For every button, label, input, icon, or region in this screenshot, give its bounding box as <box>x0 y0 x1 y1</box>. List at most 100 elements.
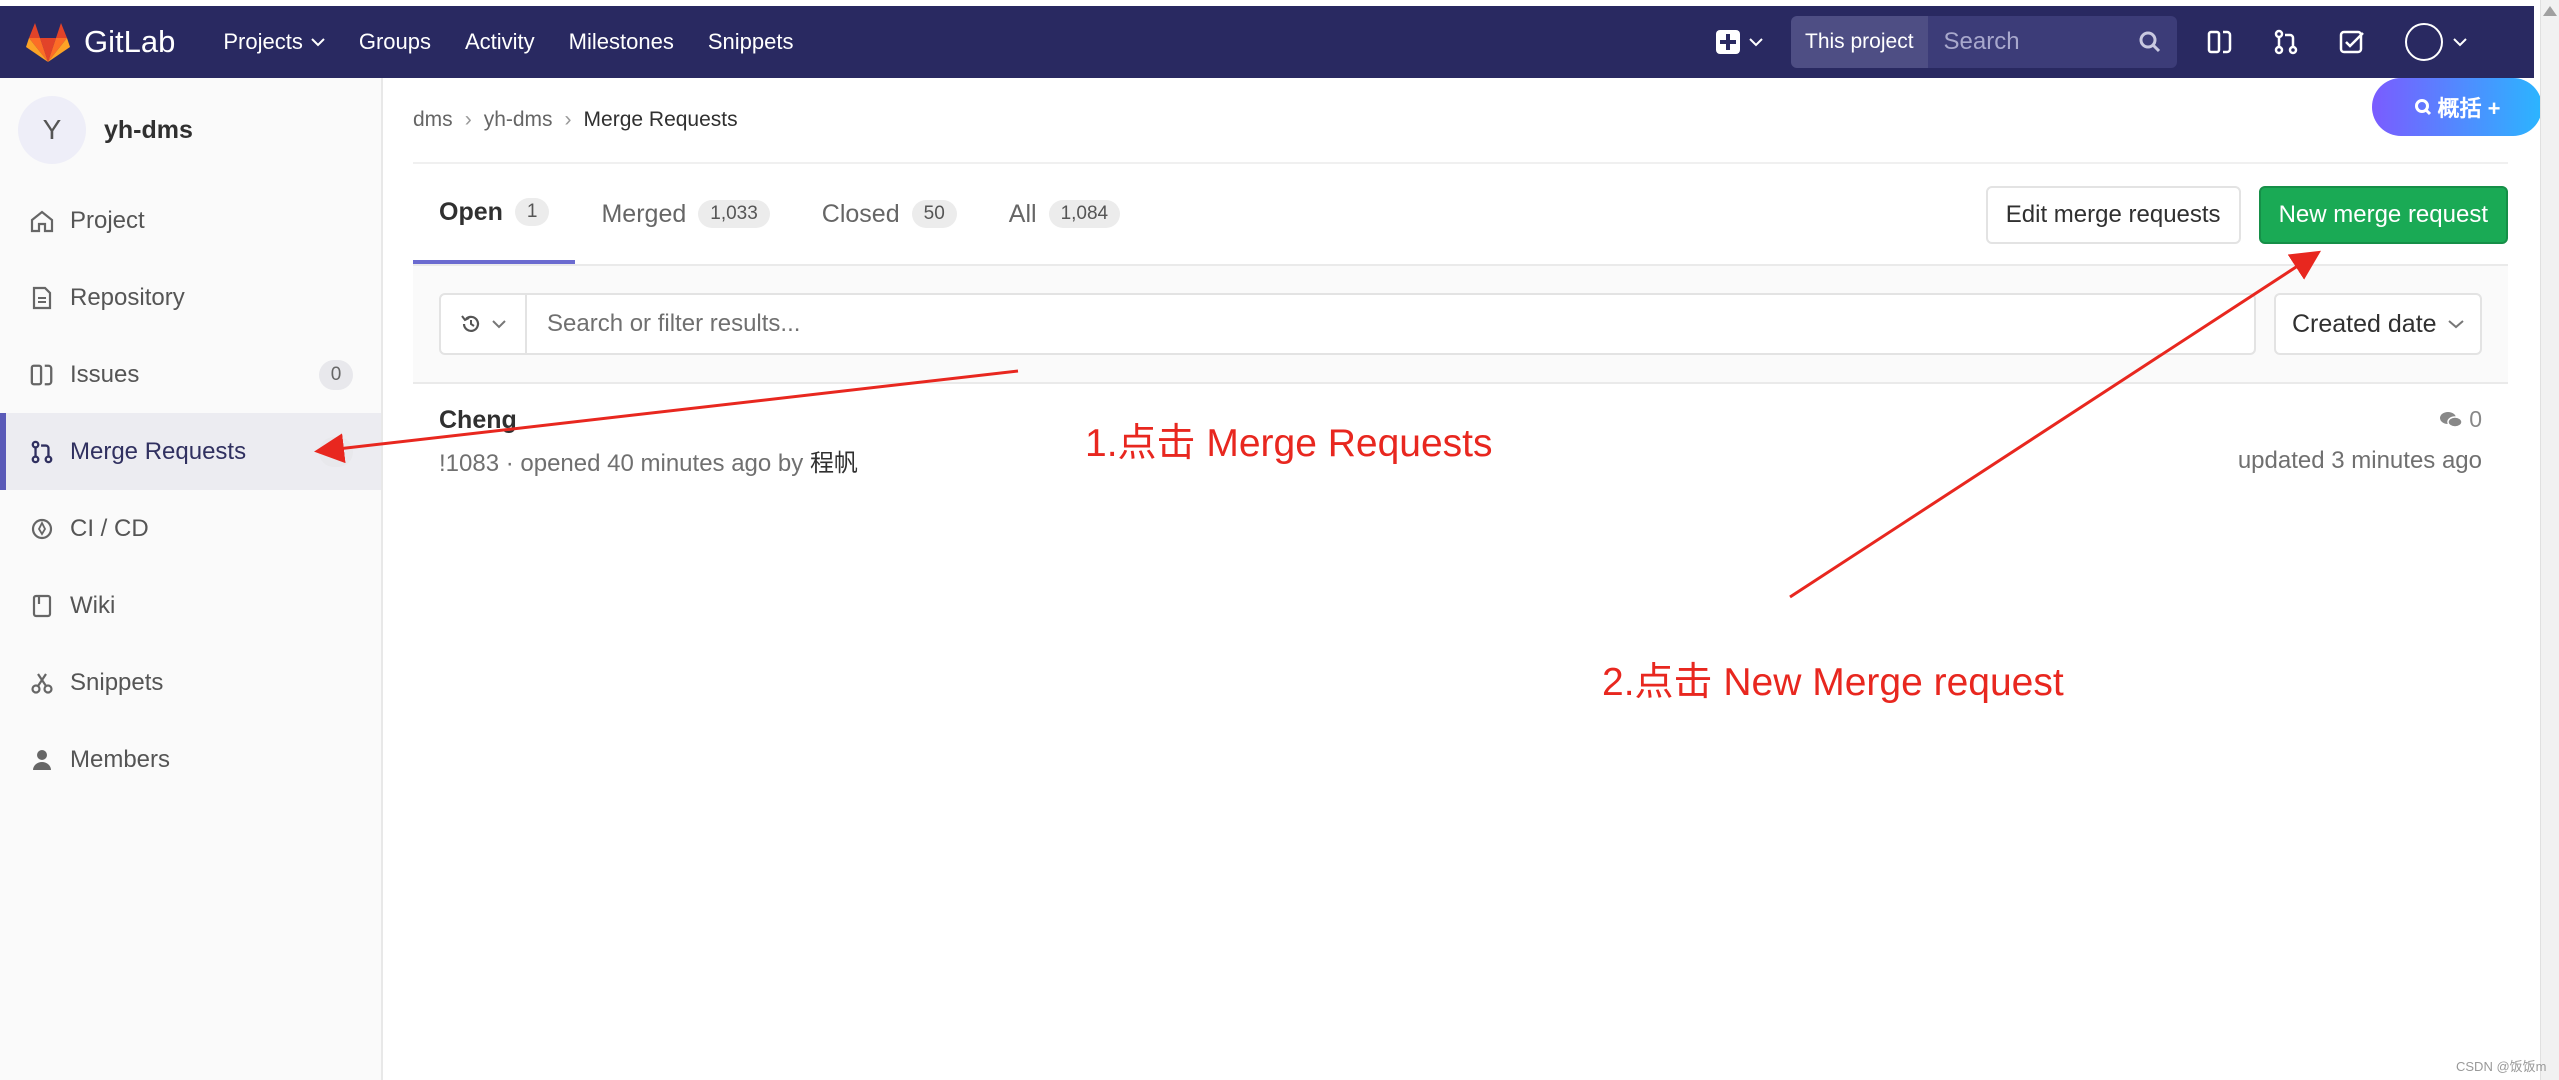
watermark: CSDN @饭饭m <box>2456 1059 2547 1074</box>
filter-bar: Created date <box>413 266 2508 384</box>
sidebar-item-label: Repository <box>70 283 185 311</box>
tab-label: Closed <box>821 199 900 228</box>
nav-projects-label: Projects <box>223 29 303 54</box>
chevron-down-icon <box>2448 320 2464 329</box>
sidebar-item-label: Merge Requests <box>70 437 247 465</box>
breadcrumb-yh-dms[interactable]: yh-dms <box>484 108 553 132</box>
nav-milestones-label: Milestones <box>568 29 674 54</box>
sidebar-item-repository[interactable]: Repository <box>0 259 381 336</box>
new-merge-request-button[interactable]: New merge request <box>2258 186 2508 244</box>
top-navbar: GitLab Projects Groups Activity Mileston… <box>0 6 2534 78</box>
nav-groups-label: Groups <box>358 29 431 54</box>
brand-name: GitLab <box>84 24 176 59</box>
search-input[interactable] <box>1943 28 2124 56</box>
tab-merged[interactable]: Merged 1,033 <box>575 164 795 264</box>
user-avatar[interactable] <box>2405 23 2443 61</box>
sidebar-item-label: Members <box>70 745 171 773</box>
merge-requests-nav-button[interactable] <box>2273 29 2299 55</box>
tab-count: 1,084 <box>1048 200 1121 228</box>
project-name: yh-dms <box>104 115 193 144</box>
filter-input[interactable] <box>527 310 2254 338</box>
merge-request-icon <box>28 440 56 464</box>
users-icon <box>28 748 56 772</box>
chevron-down-icon <box>311 38 325 47</box>
merge-request-author[interactable]: 程帆 <box>810 450 858 477</box>
floating-widget-label: 概括 + <box>2437 96 2501 121</box>
nav-links: Projects Groups Activity Milestones Snip… <box>223 29 827 55</box>
comments-icon <box>2440 411 2463 428</box>
history-icon <box>461 315 480 332</box>
doc-icon <box>28 286 56 310</box>
floating-summary-widget[interactable]: 概括 + <box>2372 78 2542 136</box>
search-scope[interactable]: This project <box>1791 16 1928 68</box>
sort-dropdown[interactable]: Created date <box>2274 293 2482 355</box>
gitlab-logo[interactable]: GitLab <box>26 22 175 62</box>
tab-closed[interactable]: Closed 50 <box>796 164 983 264</box>
breadcrumb-current[interactable]: Merge Requests <box>584 108 738 132</box>
tab-label: All <box>1008 199 1037 228</box>
home-icon <box>28 209 56 233</box>
tab-label: Open <box>439 197 503 226</box>
nav-groups[interactable]: Groups <box>359 29 431 55</box>
sidebar-item-snippets[interactable]: Snippets <box>0 644 381 721</box>
nav-snippets[interactable]: Snippets <box>708 29 794 55</box>
sidebar-item-label: CI / CD <box>70 514 149 542</box>
annotation-step-2: 2.点击 New Merge request <box>1602 661 2064 704</box>
annotation-step-1: 1.点击 Merge Requests <box>1085 422 1493 465</box>
nav-right: This project <box>1715 6 2467 78</box>
issues-nav-button[interactable] <box>2207 29 2233 55</box>
nav-snippets-label: Snippets <box>707 29 794 54</box>
todos-nav-button[interactable] <box>2339 29 2365 55</box>
book-icon <box>28 594 56 618</box>
issues-icon <box>2207 30 2232 54</box>
merge-request-meta-prefix: !1083 · opened 40 minutes ago by <box>439 450 810 477</box>
sidebar-item-issues[interactable]: Issues 0 <box>0 336 381 413</box>
project-header[interactable]: Y yh-dms <box>0 78 381 182</box>
sidebar-item-project[interactable]: Project <box>0 182 381 259</box>
todo-check-icon <box>2339 30 2364 54</box>
sidebar-item-wiki[interactable]: Wiki <box>0 567 381 644</box>
issues-icon <box>28 363 56 387</box>
tab-count: 1 <box>514 198 550 226</box>
page-scrollbar[interactable] <box>2540 0 2559 1080</box>
tab-label: Merged <box>601 199 687 228</box>
recent-searches-button[interactable] <box>441 295 527 353</box>
chevron-down-icon <box>1749 38 1763 47</box>
tab-all[interactable]: All 1,084 <box>983 164 1146 264</box>
tab-count: 50 <box>911 200 957 228</box>
sidebar-item-label: Project <box>70 206 145 234</box>
mr-state-tabs: Open 1 Merged 1,033 Closed 50 All 1,084 … <box>413 164 2508 266</box>
mr-actions: Edit merge requests New merge request <box>1985 186 2508 244</box>
breadcrumb-dms[interactable]: dms <box>413 108 453 132</box>
plus-square-icon <box>1716 30 1740 54</box>
nav-milestones[interactable]: Milestones <box>569 29 674 55</box>
sidebar-item-merge-requests[interactable]: Merge Requests 1 <box>0 413 381 490</box>
filter-box <box>439 293 2256 355</box>
search-box <box>1927 16 2177 68</box>
scissors-icon <box>28 671 56 695</box>
comments-count[interactable]: 0 <box>2238 406 2482 433</box>
search-bar: This project <box>1791 16 2177 68</box>
chevron-down-icon[interactable] <box>2453 37 2467 47</box>
tab-open[interactable]: Open 1 <box>413 164 576 264</box>
sidebar-item-label: Issues <box>70 360 140 388</box>
nav-icons <box>2207 23 2467 61</box>
sidebar-item-label: Snippets <box>70 668 164 696</box>
merge-request-updated: updated 3 minutes ago <box>2237 447 2482 474</box>
chevron-right-icon: › <box>564 108 572 131</box>
tab-count: 1,033 <box>698 200 770 228</box>
sidebar-item-ci-cd[interactable]: CI / CD <box>0 490 381 567</box>
merge-request-info: 0 updated 3 minutes ago <box>2238 406 2482 475</box>
sidebar-item-label: Wiki <box>70 591 116 619</box>
new-dropdown-button[interactable] <box>1715 29 1763 55</box>
sidebar-item-members[interactable]: Members <box>0 721 381 798</box>
nav-activity-label: Activity <box>464 29 535 54</box>
gitlab-fox-icon <box>26 23 70 62</box>
sort-label: Created date <box>2292 309 2437 338</box>
breadcrumb: dms › yh-dms › Merge Requests <box>413 78 2508 164</box>
project-avatar: Y <box>18 96 86 164</box>
nav-activity[interactable]: Activity <box>465 29 535 55</box>
edit-merge-requests-button[interactable]: Edit merge requests <box>1985 186 2241 244</box>
nav-projects[interactable]: Projects <box>223 29 325 55</box>
scroll-up-arrow-icon[interactable] <box>2543 6 2557 16</box>
